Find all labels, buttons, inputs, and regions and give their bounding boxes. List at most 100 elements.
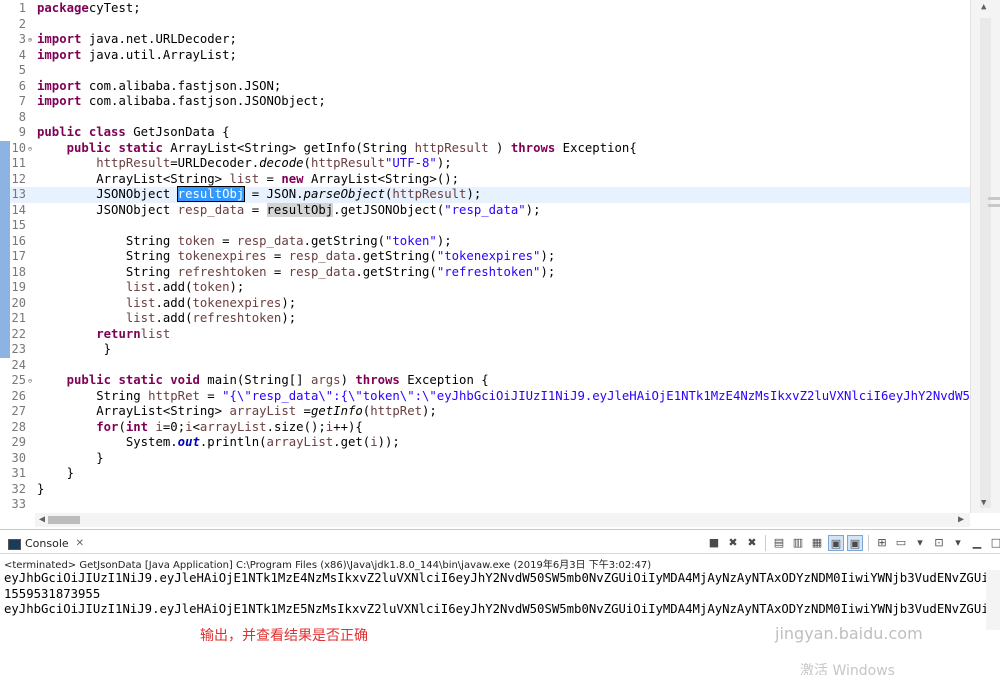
code-text[interactable]: returnlist <box>37 327 170 343</box>
scroll-right-icon[interactable]: ▶ <box>958 513 964 527</box>
code-text[interactable]: import java.net.URLDecoder; <box>37 32 237 48</box>
code-line[interactable]: 24 <box>0 358 970 374</box>
scroll-left-icon[interactable]: ◀ <box>39 513 45 527</box>
occurrence-marker[interactable] <box>988 197 1000 200</box>
expand-fold-icon[interactable]: ⊕ <box>26 36 34 44</box>
scroll-up-icon[interactable]: ▲ <box>981 2 986 12</box>
code-text[interactable]: public static ArrayList<String> getInfo(… <box>37 141 637 157</box>
code-line[interactable]: 8 <box>0 110 970 126</box>
code-line[interactable]: 9 public class GetJsonData { <box>0 125 970 141</box>
code-text[interactable]: ArrayList<String> arrayList =getInfo(htt… <box>37 404 437 420</box>
show-on-stderr-icon[interactable]: ▣ <box>847 535 863 551</box>
code-line[interactable]: 32} <box>0 482 970 498</box>
code-line[interactable]: 22 returnlist <box>0 326 970 343</box>
code-line[interactable]: 19 list.add(token); <box>0 280 970 296</box>
code-text[interactable]: list.add(tokenexpires); <box>37 296 296 312</box>
code-line[interactable]: 17 String tokenexpires = resp_data.getSt… <box>0 249 970 265</box>
code-text[interactable]: packagecyTest; <box>37 1 141 17</box>
code-line[interactable]: 14 JSONObject resp_data = resultObj.getJ… <box>0 202 970 219</box>
code-text[interactable]: System.out.println(arrayList.get(i)); <box>37 435 400 451</box>
close-icon[interactable]: ✕ <box>76 535 84 553</box>
code-line[interactable]: 6 import com.alibaba.fastjson.JSON; <box>0 79 970 95</box>
code-line[interactable]: 7 import com.alibaba.fastjson.JSONObject; <box>0 94 970 110</box>
code-lines[interactable]: 1 packagecyTest; 2 3 ⊕ import java.net.URLDec… <box>0 1 978 513</box>
code-text[interactable]: for(int i=0;i<arrayList.size();i++){ <box>37 420 363 436</box>
scroll-down-icon[interactable]: ▼ <box>981 498 986 508</box>
editor-horizontal-scrollbar[interactable]: ◀ ▶ <box>35 513 970 527</box>
scroll-lock-icon[interactable]: ▥ <box>790 535 806 551</box>
code-line[interactable]: 5 <box>0 63 970 79</box>
code-text[interactable]: String tokenexpires = resp_data.getStrin… <box>37 249 555 265</box>
code-line[interactable]: 31 } <box>0 466 970 482</box>
dropdown-icon[interactable]: ▾ <box>912 535 928 551</box>
clear-console-icon[interactable]: ▤ <box>771 535 787 551</box>
code-text[interactable]: import java.util.ArrayList; <box>37 48 237 64</box>
code-text[interactable]: public class GetJsonData { <box>37 125 230 141</box>
console-output[interactable]: eyJhbGciOiJIUzI1NiJ9.eyJleHAiOjE1NTk1MzE… <box>4 571 996 618</box>
code-text[interactable]: import com.alibaba.fastjson.JSON; <box>37 79 281 95</box>
code-line[interactable]: 23 } <box>0 342 970 358</box>
remove-all-icon[interactable]: ✖ <box>744 535 760 551</box>
word-wrap-icon[interactable]: ▦ <box>809 535 825 551</box>
code-line[interactable]: 28 for(int i=0;i<arrayList.size();i++){ <box>0 420 970 436</box>
collapse-fold-icon[interactable]: ⊖ <box>26 145 34 153</box>
console-tab[interactable]: Console ✕ <box>2 534 90 554</box>
minimize-icon[interactable]: ▁ <box>969 535 985 551</box>
code-line[interactable]: 20 list.add(tokenexpires); <box>0 295 970 312</box>
code-text[interactable]: import com.alibaba.fastjson.JSONObject; <box>37 94 326 110</box>
console-vertical-scrollbar[interactable] <box>986 570 1000 630</box>
code-line[interactable]: 33 <box>0 497 970 513</box>
code-text[interactable]: public static void main(String[] args) t… <box>37 373 489 389</box>
code-line[interactable]: 12 ArrayList<String> list = new ArrayLis… <box>0 171 970 188</box>
code-text[interactable]: list.add(token); <box>37 280 245 296</box>
show-on-stdout-icon[interactable]: ▣ <box>828 535 844 551</box>
code-line[interactable]: 1 packagecyTest; <box>0 1 970 17</box>
code-text[interactable]: } <box>37 466 74 482</box>
code-line[interactable]: 25 ⊖ public static void main(String[] arg… <box>0 373 970 389</box>
console-output-line: 1559531873955 <box>4 586 101 601</box>
code-text[interactable]: String httpRet = "{\"resp_data\":{\"toke… <box>37 389 977 405</box>
scroll-thumb[interactable] <box>980 18 991 508</box>
editor-vertical-scrollbar[interactable]: ▲ ▼ <box>970 0 1000 513</box>
display-console-icon[interactable]: ▭ <box>893 535 909 551</box>
code-text[interactable]: ArrayList<String> list = new ArrayList<S… <box>37 172 459 188</box>
code-line[interactable]: 29 System.out.println(arrayList.get(i)); <box>0 435 970 451</box>
pin-console-icon[interactable]: ⊞ <box>874 535 890 551</box>
code-line[interactable]: 26 String httpRet = "{\"resp_data\":{\"t… <box>0 389 978 405</box>
hscroll-thumb[interactable] <box>48 516 80 524</box>
code-text[interactable]: } <box>37 482 44 498</box>
code-line[interactable]: 30 } <box>0 451 970 467</box>
line-number: 21 <box>11 311 26 325</box>
code-line[interactable]: 16 String token = resp_data.getString("t… <box>0 233 970 250</box>
code-text[interactable]: JSONObject resultObj = JSON.parseObject(… <box>37 186 481 203</box>
code-line[interactable]: 18 String refreshtoken = resp_data.getSt… <box>0 264 970 281</box>
code-line[interactable]: 2 <box>0 17 970 33</box>
code-text[interactable]: JSONObject resp_data = resultObj.getJSON… <box>37 202 540 219</box>
code-line[interactable]: 10 ⊖ public static ArrayList<String> getI… <box>0 140 970 157</box>
dropdown-icon[interactable]: ▾ <box>950 535 966 551</box>
code-text[interactable]: String refreshtoken = resp_data.getStrin… <box>37 265 555 281</box>
terminate-icon[interactable]: ■ <box>706 535 722 551</box>
code-text[interactable]: } <box>37 451 103 467</box>
code-text[interactable]: list.add(refreshtoken); <box>37 311 296 327</box>
code-line[interactable]: 21 list.add(refreshtoken); <box>0 311 970 327</box>
code-text[interactable]: httpResult=URLDecoder.decode(httpResult"… <box>37 156 451 172</box>
code-line[interactable]: 3 ⊕ import java.net.URLDecoder; <box>0 32 970 48</box>
maximize-icon[interactable]: □ <box>988 535 1000 551</box>
code-line[interactable]: 15 <box>0 218 970 234</box>
collapse-fold-icon[interactable]: ⊖ <box>26 377 34 385</box>
remove-launch-icon[interactable]: ✖ <box>725 535 741 551</box>
open-console-icon[interactable]: ⊡ <box>931 535 947 551</box>
code-line[interactable]: 13 JSONObject resultObj = JSON.parseObje… <box>0 186 970 203</box>
code-text[interactable]: } <box>37 342 111 358</box>
code-line[interactable]: 11 httpResult=URLDecoder.decode(httpResu… <box>0 156 970 172</box>
code-token: arrayList <box>266 435 334 449</box>
code-text[interactable]: String token = resp_data.getString("toke… <box>37 234 452 250</box>
java-editor[interactable]: 1 packagecyTest; 2 3 ⊕ import java.net.URLDec… <box>0 0 1000 530</box>
code-line[interactable]: 27 ArrayList<String> arrayList =getInfo(… <box>0 404 970 420</box>
code-line[interactable]: 4 import java.util.ArrayList; <box>0 48 970 64</box>
occurrence-marker[interactable] <box>988 204 1000 207</box>
code-token: = <box>266 264 289 279</box>
code-token: tokenexpires <box>177 249 267 263</box>
line-number: 32 <box>11 481 26 496</box>
